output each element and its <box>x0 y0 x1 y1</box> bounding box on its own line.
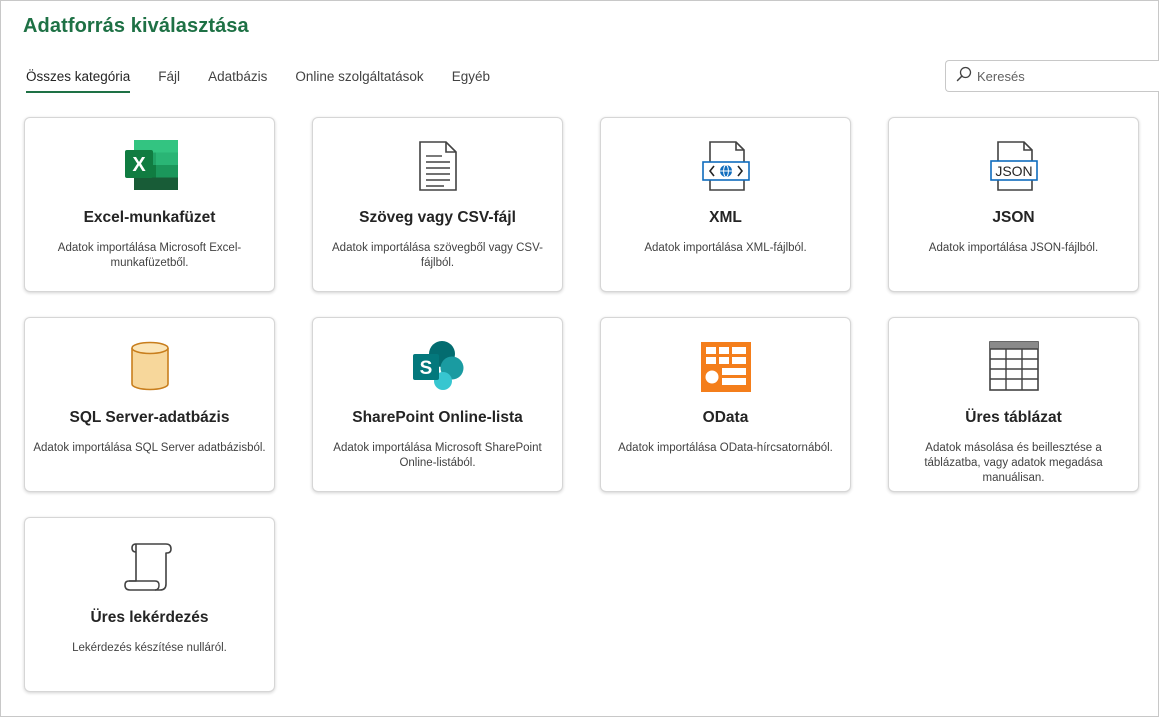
svg-text:JSON: JSON <box>995 163 1032 179</box>
source-description: Adatok importálása JSON-fájlból. <box>928 242 1099 254</box>
source-card-sharepoint[interactable]: S SharePoint Online-lista Adatok importá… <box>312 317 563 492</box>
source-name: SQL Server-adatbázis <box>69 409 230 426</box>
database-icon <box>25 340 274 392</box>
search-box[interactable] <box>945 60 1159 92</box>
source-description: Adatok importálása Microsoft SharePoint … <box>333 442 542 469</box>
svg-text:S: S <box>419 358 432 379</box>
source-name: XML <box>709 209 742 226</box>
source-description: Adatok importálása szövegből vagy CSV-fá… <box>332 242 543 269</box>
tab-online-services[interactable]: Online szolgáltatások <box>295 69 423 93</box>
xml-file-icon <box>601 140 850 192</box>
source-card-sql-server[interactable]: SQL Server-adatbázis Adatok importálása … <box>24 317 275 492</box>
tab-other[interactable]: Egyéb <box>452 69 490 93</box>
search-input[interactable] <box>977 68 1147 84</box>
source-card-odata[interactable]: OData Adatok importálása OData-hírcsator… <box>600 317 851 492</box>
source-card-blank-query[interactable]: Üres lekérdezés Lekérdezés készítése nul… <box>24 517 275 692</box>
source-name: Szöveg vagy CSV-fájl <box>359 209 516 226</box>
sharepoint-icon: S <box>313 340 562 392</box>
odata-icon <box>601 340 850 392</box>
source-name: Üres lekérdezés <box>90 609 209 626</box>
source-description: Adatok importálása OData-hírcsatornából. <box>618 442 833 454</box>
source-card-text-csv[interactable]: Szöveg vagy CSV-fájl Adatok importálása … <box>312 117 563 292</box>
search-icon <box>955 65 973 88</box>
svg-text:X: X <box>132 154 146 176</box>
excel-icon: X <box>25 140 274 192</box>
source-description: Adatok másolása és beillesztése a tábláz… <box>924 442 1103 484</box>
table-icon <box>889 340 1138 392</box>
tab-file[interactable]: Fájl <box>158 69 180 93</box>
tab-database[interactable]: Adatbázis <box>208 69 267 93</box>
scroll-icon <box>25 540 274 592</box>
source-card-json[interactable]: JSON JSON Adatok importálása JSON-fájlbó… <box>888 117 1139 292</box>
datasource-dialog: Adatforrás kiválasztása Összes kategória… <box>0 0 1159 717</box>
source-name: Excel-munkafüzet <box>83 209 216 226</box>
source-description: Adatok importálása XML-fájlból. <box>644 242 807 254</box>
category-tabs: Összes kategória Fájl Adatbázis Online s… <box>26 69 518 93</box>
source-name: OData <box>702 409 749 426</box>
text-file-icon <box>313 140 562 192</box>
source-description: Lekérdezés készítése nulláról. <box>72 642 227 654</box>
source-name: JSON <box>992 209 1035 226</box>
source-card-xml[interactable]: XML Adatok importálása XML-fájlból. <box>600 117 851 292</box>
source-name: Üres táblázat <box>965 409 1062 426</box>
json-file-icon: JSON <box>889 140 1138 192</box>
page-title: Adatforrás kiválasztása <box>23 15 249 37</box>
tab-all-categories[interactable]: Összes kategória <box>26 69 131 93</box>
source-description: Adatok importálása SQL Server adatbázisb… <box>33 442 266 454</box>
source-name: SharePoint Online-lista <box>352 409 523 426</box>
source-card-blank-table[interactable]: Üres táblázat Adatok másolása és beilles… <box>888 317 1139 492</box>
source-card-excel[interactable]: X Excel-munkafüzet Adatok importálása Mi… <box>24 117 275 292</box>
source-description: Adatok importálása Microsoft Excel-munka… <box>57 242 242 269</box>
